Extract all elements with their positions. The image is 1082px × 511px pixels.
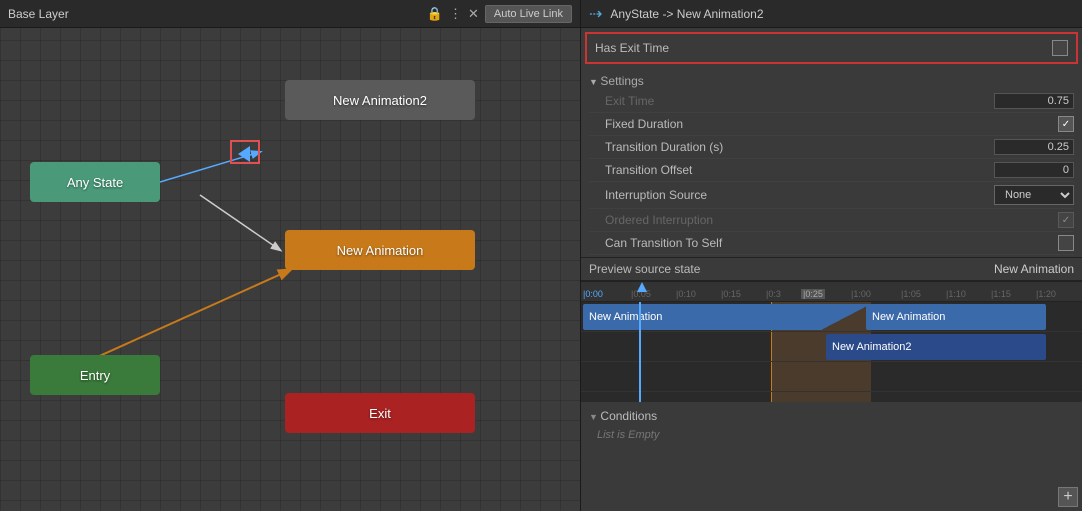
conditions-bottom: Conditions List is Empty + [581,402,1082,511]
interruption-source-select[interactable]: None [994,185,1074,205]
exit-time-input[interactable] [994,93,1074,109]
transition-duration-row: Transition Duration (s) [589,136,1074,159]
clip-new-animation-2[interactable]: New Animation [866,304,1046,330]
top-bar: Base Layer 🔒 ⋮ ✕ Auto Live Link [0,0,580,28]
can-transition-self-label: Can Transition To Self [605,236,722,250]
transition-box[interactable] [230,140,260,164]
timeline-tracks: New Animation New Animation New Animatio… [581,302,1082,402]
close-icon[interactable]: ✕ [468,6,479,22]
transition-duration-label: Transition Duration (s) [605,140,723,154]
conditions-header[interactable]: Conditions [589,406,1074,426]
exit-time-label: Exit Time [605,94,654,108]
node-entry[interactable]: Entry [30,355,160,395]
inspector-content: Has Exit Time Settings Exit Time Fixed D… [581,28,1082,511]
transition-offset-input[interactable] [994,162,1074,178]
node-exit[interactable]: Exit [285,393,475,433]
timeline-wrapper: |0:00 |0:05 |0:10 |0:15 |0:3 |0:25 |1:00… [581,281,1082,402]
can-transition-self-checkbox[interactable] [1058,235,1074,251]
auto-live-link-button[interactable]: Auto Live Link [485,5,572,23]
lock-icon[interactable]: 🔒 [427,6,443,22]
has-exit-time-checkbox[interactable] [1052,40,1068,56]
settings-header[interactable]: Settings [589,70,1074,90]
graph-panel[interactable]: Base Layer 🔒 ⋮ ✕ Auto Live Link [0,0,580,511]
inspector-panel: ⇢ AnyState -> New Animation2 Has Exit Ti… [580,0,1082,511]
ordered-interruption-row: Ordered Interruption [589,209,1074,232]
transition-offset-label: Transition Offset [605,163,692,177]
node-new-animation[interactable]: New Animation [285,230,475,270]
inspector-title: AnyState -> New Animation2 [610,7,763,21]
interruption-source-row: Interruption Source None [589,182,1074,209]
preview-source-label: Preview source state [589,262,700,276]
fixed-duration-row: Fixed Duration [589,113,1074,136]
transition-duration-input[interactable] [994,139,1074,155]
interruption-source-label: Interruption Source [605,188,707,202]
list-is-empty-label: List is Empty [589,426,1074,444]
ordered-interruption-checkbox[interactable] [1058,212,1074,228]
transition-offset-row: Transition Offset [589,159,1074,182]
add-condition-button[interactable]: + [1058,487,1078,507]
preview-source-value: New Animation [994,262,1074,276]
timeline-track-3 [581,362,1082,392]
top-bar-right: 🔒 ⋮ ✕ Auto Live Link [427,5,572,23]
base-layer-label: Base Layer [8,7,69,21]
timeline-track-2: New Animation2 [581,332,1082,362]
has-exit-time-row[interactable]: Has Exit Time [585,32,1078,64]
menu-icon[interactable]: ⋮ [449,6,462,22]
has-exit-time-label: Has Exit Time [595,41,669,55]
clip-new-animation2[interactable]: New Animation2 [826,334,1046,360]
preview-source-row: Preview source state New Animation [581,257,1082,281]
inspector-header: ⇢ AnyState -> New Animation2 [581,0,1082,28]
exit-time-row: Exit Time [589,90,1074,113]
can-transition-self-row: Can Transition To Self [589,232,1074,255]
node-any-state[interactable]: Any State [30,162,160,202]
settings-section: Settings Exit Time Fixed Duration Transi… [581,68,1082,257]
transition-icon: ⇢ [589,4,602,24]
fixed-duration-checkbox[interactable] [1058,116,1074,132]
fixed-duration-label: Fixed Duration [605,117,683,131]
node-new-animation2[interactable]: New Animation2 [285,80,475,120]
conditions-section: Conditions List is Empty [581,402,1082,448]
ordered-interruption-label: Ordered Interruption [605,213,713,227]
clip-new-animation-1[interactable]: New Animation [583,304,823,330]
playhead-line [639,302,641,402]
timeline-track-1: New Animation New Animation [581,302,1082,332]
timeline-ruler: |0:00 |0:05 |0:10 |0:15 |0:3 |0:25 |1:00… [581,282,1082,302]
